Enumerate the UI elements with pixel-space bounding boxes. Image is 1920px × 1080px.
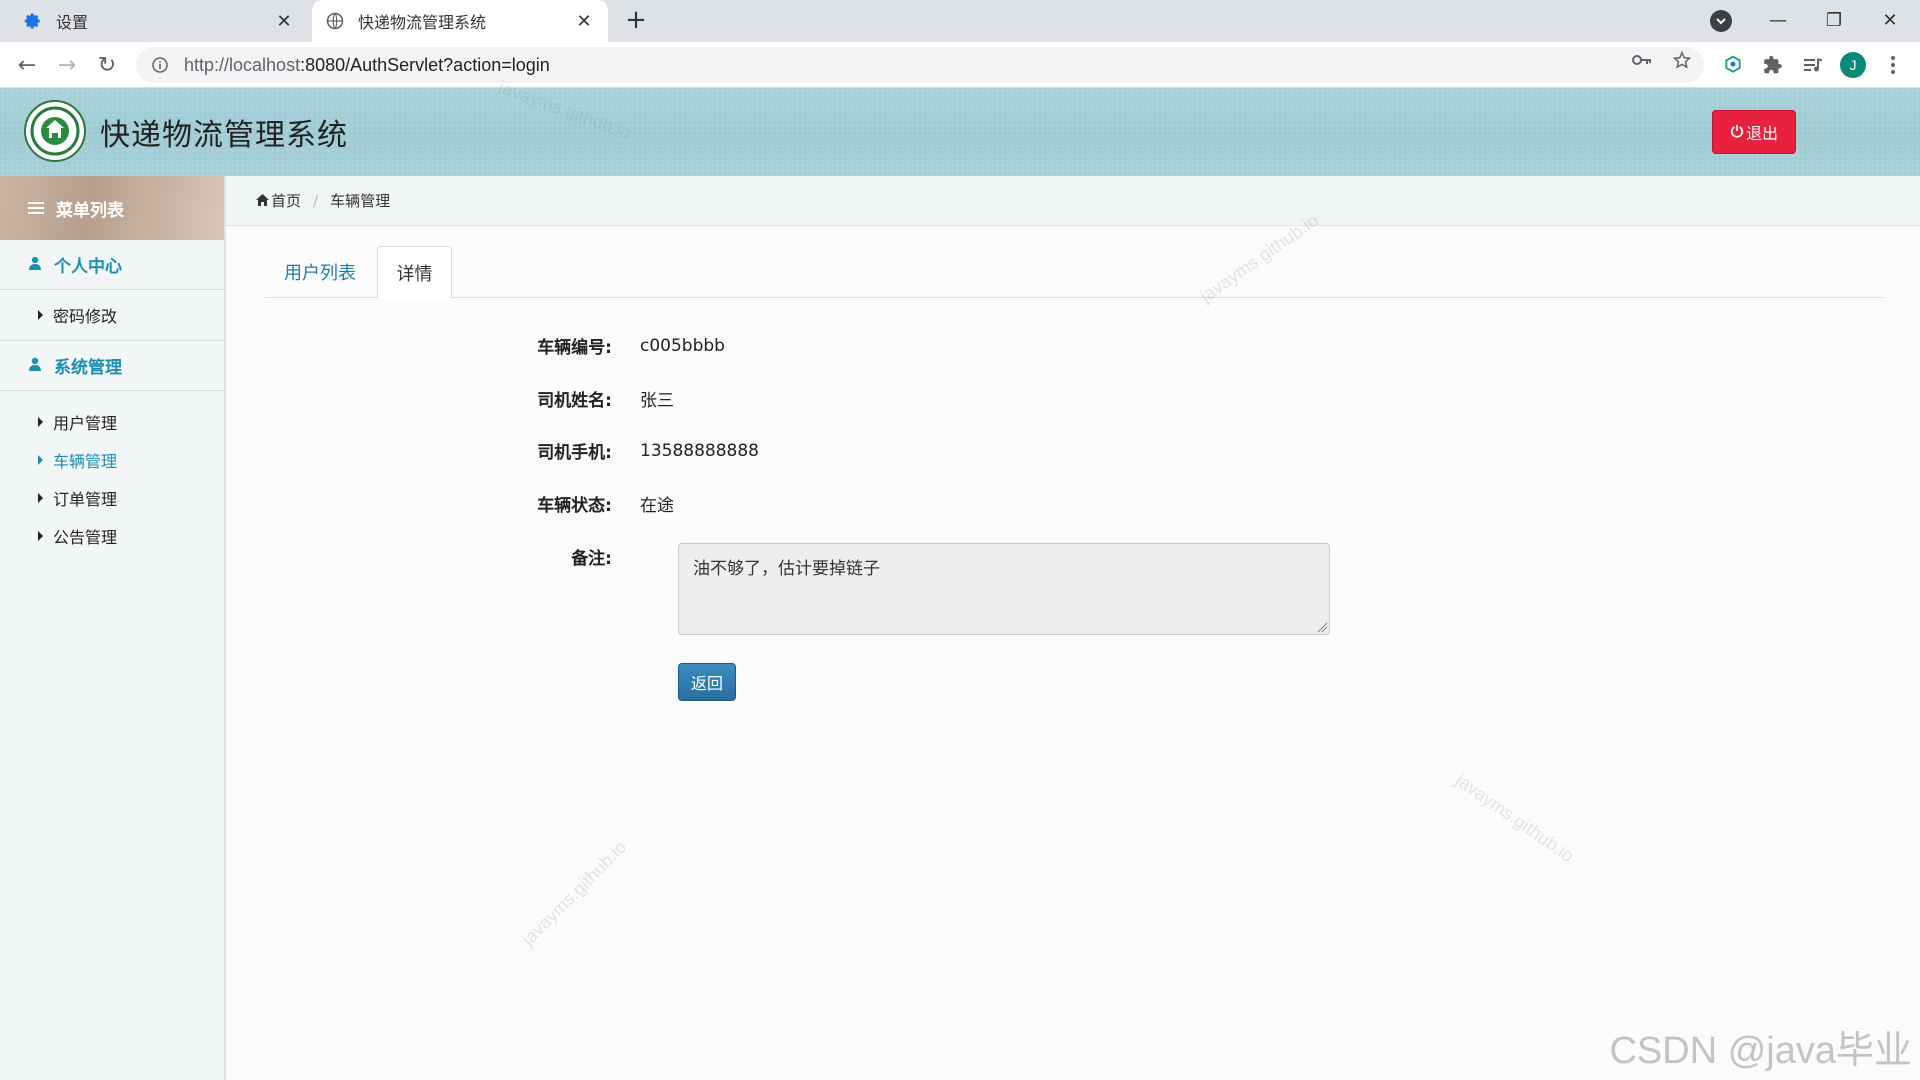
watermark-text: javayms.github.io [517, 836, 631, 950]
puzzle-icon[interactable] [1758, 50, 1788, 80]
resize-grip-icon[interactable] [1317, 622, 1327, 632]
sidebar-item-password[interactable]: 密码修改 [0, 296, 224, 334]
breadcrumb-home-link[interactable]: 首页 [271, 190, 301, 211]
field-vehicle-status: 车辆状态: 在途 [480, 491, 674, 516]
reload-icon[interactable]: ↻ [92, 50, 122, 80]
gear-icon [24, 12, 42, 30]
field-value: c005bbbb [640, 335, 725, 356]
university-logo [24, 100, 86, 162]
sidebar-menu-title: 菜单列表 [0, 176, 224, 240]
field-value: 13588888888 [640, 440, 759, 461]
caret-right-icon [38, 310, 43, 320]
globe-icon [326, 12, 344, 30]
list-icon [28, 202, 44, 214]
logout-button[interactable]: 退出 [1712, 110, 1796, 154]
tab-detail[interactable]: 详情 [377, 246, 452, 299]
csdn-watermark: CSDN @java毕业 [1609, 1030, 1912, 1072]
media-queue-icon[interactable] [1798, 50, 1828, 80]
address-bar[interactable]: http://localhost:8080/AuthServlet?action… [136, 47, 1704, 83]
site-header: 快递物流管理系统 退出 [0, 88, 1920, 176]
browser-tab-active[interactable]: 快递物流管理系统 ✕ [312, 0, 608, 42]
caret-right-icon [38, 493, 43, 503]
field-value: 张三 [640, 391, 674, 411]
field-driver-phone: 司机手机: 13588888888 [480, 438, 759, 464]
caret-right-icon [38, 417, 43, 427]
caret-right-icon [38, 455, 43, 465]
field-label: 车辆状态: [537, 496, 612, 516]
new-tab-button[interactable]: + [622, 7, 650, 35]
sidebar-group-system-items: 用户管理 车辆管理 订单管理 公告管理 [0, 391, 224, 567]
power-icon [1730, 123, 1744, 142]
sidebar-item-users[interactable]: 用户管理 [0, 403, 224, 441]
close-icon[interactable]: ✕ [570, 7, 598, 35]
field-vehicle-number: 车辆编号: c005bbbb [480, 333, 725, 359]
home-icon [256, 192, 269, 210]
window-close-icon[interactable]: ✕ [1862, 0, 1918, 40]
field-label: 司机姓名: [537, 391, 612, 411]
caret-right-icon [38, 531, 43, 541]
content-tabs: 用户列表 详情 [265, 246, 1883, 299]
sidebar: 菜单列表 个人中心 密码修改 系统管理 用户管理 车辆管理 订单管理 公告管理 [0, 176, 226, 1080]
back-arrow-icon[interactable]: ← [12, 50, 42, 80]
field-label: 备注: [571, 549, 612, 569]
sidebar-item-orders[interactable]: 订单管理 [0, 479, 224, 517]
sidebar-item-notices[interactable]: 公告管理 [0, 517, 224, 555]
sidebar-item-vehicles[interactable]: 车辆管理 [0, 441, 224, 479]
profile-avatar[interactable]: J [1840, 52, 1866, 78]
browser-tab-settings[interactable]: 设置 ✕ [0, 0, 308, 42]
sidebar-group-personal-items: 密码修改 [0, 290, 224, 341]
browser-tabstrip: 设置 ✕ 快递物流管理系统 ✕ + — ❐ ✕ [0, 0, 1920, 42]
restore-icon[interactable]: ❐ [1806, 0, 1862, 40]
extension-icon[interactable] [1718, 50, 1748, 80]
sidebar-group-personal[interactable]: 个人中心 [0, 240, 224, 290]
url-text: http://localhost:8080/AuthServlet?action… [184, 54, 550, 75]
field-label: 司机手机: [537, 443, 612, 463]
web-page: 快递物流管理系统 退出 菜单列表 个人中心 密码修改 系统管理 用户管理 车辆管… [0, 77, 1920, 1080]
breadcrumb-current: 车辆管理 [330, 192, 391, 210]
tab-title: 快递物流管理系统 [358, 13, 487, 32]
site-title: 快递物流管理系统 [100, 118, 348, 153]
field-remark: 备注: [480, 544, 630, 569]
browser-toolbar: ← → ↻ http://localhost:8080/AuthServlet?… [0, 42, 1920, 88]
minimize-icon[interactable]: — [1750, 0, 1806, 40]
sidebar-group-system[interactable]: 系统管理 [0, 341, 224, 391]
remark-textarea[interactable]: 油不够了，估计要掉链子 [678, 543, 1330, 635]
logout-label: 退出 [1745, 124, 1778, 143]
user-icon [28, 255, 42, 275]
more-menu-icon[interactable] [1878, 50, 1908, 80]
tab-title: 设置 [56, 13, 89, 32]
tab-search-icon[interactable] [1710, 10, 1732, 32]
back-button[interactable]: 返回 [678, 663, 736, 701]
key-icon[interactable] [1632, 50, 1652, 70]
field-driver-name: 司机姓名: 张三 [480, 386, 674, 411]
info-icon[interactable] [150, 55, 170, 75]
watermark-text: javayms.github.io [1452, 770, 1578, 867]
breadcrumb: 首页 / 车辆管理 [226, 176, 1920, 226]
close-icon[interactable]: ✕ [270, 7, 298, 35]
forward-arrow-icon[interactable]: → [52, 50, 82, 80]
field-label: 车辆编号: [537, 338, 612, 358]
field-value: 在途 [640, 496, 674, 516]
star-icon[interactable] [1672, 50, 1692, 70]
user-icon [28, 356, 42, 376]
breadcrumb-separator: / [313, 191, 319, 210]
tab-user-list[interactable]: 用户列表 [265, 246, 375, 298]
